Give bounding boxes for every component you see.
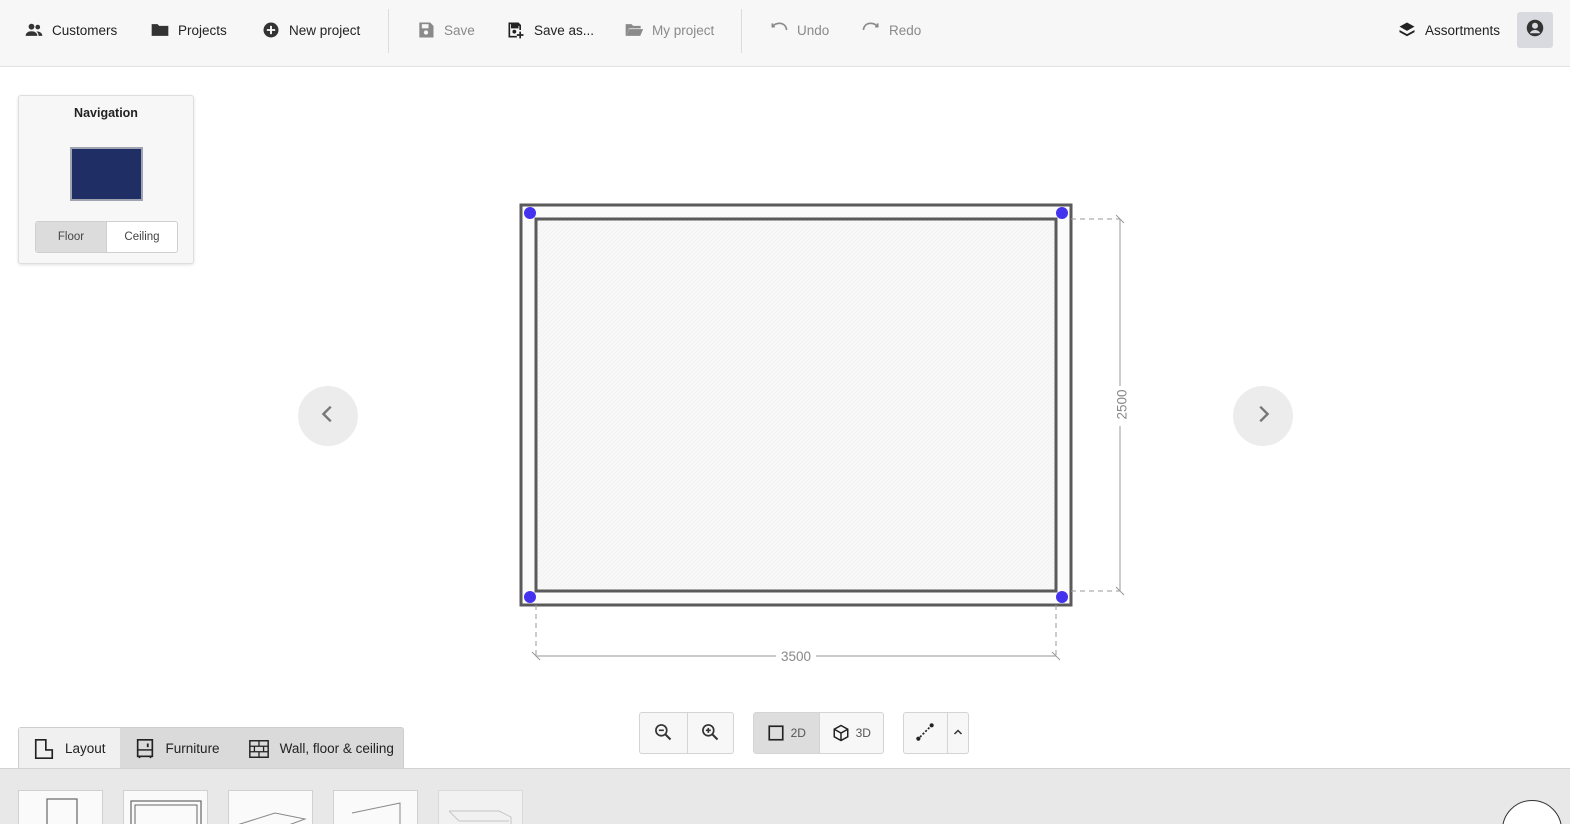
customers-button[interactable]: Customers [24,10,117,50]
save-as-button[interactable]: Save as... [506,10,594,50]
assortments-button[interactable]: Assortments [1397,10,1500,50]
view-3d-button[interactable]: 3D [818,713,884,753]
tray-item-wall-segment[interactable] [333,790,418,824]
folder-open-icon [624,20,644,40]
tab-layout[interactable]: Layout [19,728,120,769]
undo-button[interactable]: Undo [769,10,829,50]
zoom-in-icon [700,722,720,745]
toolbar-divider [741,9,742,53]
chevron-right-icon [1252,403,1274,430]
plus-circle-icon [261,20,281,40]
tool-options-toggle[interactable] [946,713,968,753]
tab-layout-label: Layout [65,741,106,756]
projects-button[interactable]: Projects [150,10,227,50]
square-icon [767,724,785,742]
corner-handle-bottom-right[interactable] [1056,591,1068,603]
save-button[interactable]: Save [416,10,475,50]
measure-tool-button[interactable] [904,713,947,753]
chevron-left-icon [317,403,339,430]
item-tray [0,768,1570,824]
brick-wall-icon [248,738,270,760]
folder-icon [150,20,170,40]
new-project-button[interactable]: New project [261,10,360,50]
projects-label: Projects [178,22,227,38]
my-project-label: My project [652,22,715,38]
tray-item-niche[interactable] [438,790,523,824]
floppy-disk-icon [416,20,436,40]
height-dimension-label: 2500 [1114,389,1130,420]
redo-button[interactable]: Redo [861,10,921,50]
top-toolbar: Customers Projects New project Save Save… [0,0,1570,67]
customers-label: Customers [52,22,118,38]
next-view-button[interactable] [1233,386,1293,446]
corner-handle-top-left[interactable] [524,207,536,219]
view-3d-label: 3D [855,726,871,740]
undo-label: Undo [797,22,830,38]
users-icon [24,20,44,40]
tray-item-opening[interactable] [228,790,313,824]
measure-line-icon [915,722,935,745]
user-circle-icon [1526,19,1544,42]
undo-icon [769,20,789,40]
corner-handle-bottom-left[interactable] [524,591,536,603]
room-floor[interactable] [534,217,1058,593]
new-project-label: New project [289,22,361,38]
measure-tool-group [903,712,969,754]
zoom-out-button[interactable] [640,713,687,753]
previous-view-button[interactable] [298,386,358,446]
tray-item-window[interactable] [123,790,208,824]
zoom-controls [639,712,734,754]
assortments-label: Assortments [1425,22,1501,38]
chevron-up-icon [952,726,964,741]
width-dimension-label: 3500 [780,649,812,664]
layout-icon [33,738,55,760]
tab-furniture-label: Furniture [165,741,220,756]
layers-icon [1397,20,1417,40]
tab-furniture[interactable]: Furniture [120,728,234,769]
save-as-icon [506,20,526,40]
view-2d-label: 2D [790,726,806,740]
corner-handle-top-right[interactable] [1056,207,1068,219]
save-as-label: Save as... [534,22,595,38]
cube-icon [832,724,850,742]
cabinet-icon [134,738,156,760]
tray-item-door[interactable] [18,790,103,824]
my-project-button[interactable]: My project [624,10,714,50]
redo-icon [861,20,881,40]
plan-canvas[interactable]: 3500 2500 [0,68,1570,768]
user-account-button[interactable] [1517,12,1553,48]
redo-label: Redo [889,22,922,38]
tab-wall-floor-ceiling[interactable]: Wall, floor & ceiling [234,728,408,769]
tab-wall-floor-ceiling-label: Wall, floor & ceiling [279,741,394,756]
zoom-in-button[interactable] [686,713,734,753]
view-mode-toggle: 2D 3D [753,712,884,754]
zoom-out-icon [653,722,673,745]
toolbar-divider [388,9,389,53]
category-tabs: Layout Furniture Wall, floor & ceiling [18,727,404,769]
view-2d-button[interactable]: 2D [754,713,819,753]
save-label: Save [444,22,475,38]
